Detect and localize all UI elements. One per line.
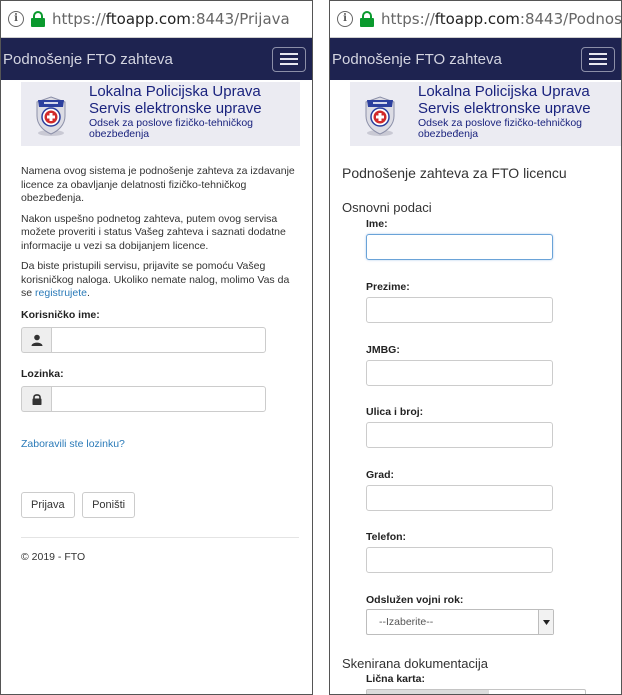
user-icon (21, 326, 51, 353)
street-input[interactable] (366, 422, 553, 448)
file-choose-button[interactable] (367, 690, 489, 694)
footer-text: © 2019 - FTO (21, 550, 86, 563)
id-card-file-input[interactable] (366, 689, 586, 694)
login-screen: i https://ftoapp.com:8443/Prijava Podnoš… (0, 0, 313, 695)
forgot-password-link[interactable]: Zaboravili ste lozinku? (21, 438, 125, 450)
login-button[interactable]: Prijava (21, 491, 75, 518)
phone-input[interactable] (366, 547, 553, 573)
register-link[interactable]: registrujete (35, 287, 87, 299)
first-name-label: Ime: (366, 218, 388, 230)
section-scanned-docs: Skenirana dokumentacija (342, 656, 488, 671)
url-scheme: https:// (52, 10, 106, 28)
url-host: ftoapp.com (105, 10, 191, 28)
city-label: Grad: (366, 469, 395, 481)
header-line3: Odsek za poslove fizičko-tehničkog obezb… (418, 117, 582, 140)
military-service-select[interactable]: --Izaberite-- (366, 609, 554, 635)
navbar: Podnošenje FTO zahteva (1, 38, 312, 80)
jmbg-input[interactable] (366, 360, 553, 386)
agency-header: Lokalna Policijska Uprava Servis elektro… (350, 82, 621, 146)
navbar-brand[interactable]: Podnošenje FTO zahteva (3, 51, 173, 68)
header-line2: Servis elektronske uprave (89, 100, 262, 117)
agency-header: Lokalna Policijska Uprava Servis elektro… (21, 82, 300, 146)
username-label: Korisničko ime: (21, 308, 100, 321)
header-line1: Lokalna Policijska Uprava (89, 83, 261, 100)
police-emblem-icon (36, 96, 66, 136)
application-form-screen: i https://ftoapp.com:8443/Podnosenj Podn… (329, 0, 622, 695)
url-scheme: https:// (381, 10, 435, 28)
address-bar[interactable]: i https://ftoapp.com:8443/Podnosenj (330, 1, 621, 38)
menu-toggle-button[interactable] (581, 46, 615, 72)
first-name-input[interactable] (366, 234, 553, 260)
access-text: Da biste pristupili servisu, prijavite s… (21, 260, 299, 301)
reset-button[interactable]: Poništi (82, 491, 136, 518)
access-period: . (86, 287, 90, 299)
address-bar[interactable]: i https://ftoapp.com:8443/Prijava (1, 1, 312, 38)
navbar: Podnošenje FTO zahteva (330, 38, 621, 80)
info-icon[interactable]: i (337, 11, 353, 27)
password-input[interactable] (51, 385, 266, 412)
agency-titles: Lokalna Policijska Uprava Servis elektro… (418, 83, 621, 140)
password-group (21, 385, 266, 412)
id-card-label: Lična karta: (366, 673, 425, 685)
military-service-label: Odslužen vojni rok: (366, 594, 464, 606)
url-path: :8443/Podnosenj (519, 10, 622, 28)
username-group (21, 326, 266, 353)
section-basic-data: Osnovni podaci (342, 200, 432, 215)
header-line1: Lokalna Policijska Uprava (418, 83, 590, 100)
lock-icon[interactable] (31, 11, 45, 27)
page-title: Podnošenje zahteva za FTO licencu (342, 165, 567, 181)
last-name-input[interactable] (366, 297, 553, 323)
password-label: Lozinka: (21, 367, 64, 380)
intro-text: Namena ovog sistema je podnošenje zahtev… (21, 165, 295, 204)
header-line2: Servis elektronske uprave (418, 100, 591, 117)
street-label: Ulica i broj: (366, 406, 424, 418)
jmbg-label: JMBG: (366, 344, 400, 356)
lock-field-icon (21, 385, 51, 412)
last-name-label: Prezime: (366, 281, 410, 293)
dropdown-arrow-icon[interactable] (538, 610, 553, 634)
url-host: ftoapp.com (434, 10, 520, 28)
military-service-value: --Izaberite-- (379, 616, 434, 628)
agency-titles: Lokalna Policijska Uprava Servis elektro… (89, 83, 300, 140)
lock-icon[interactable] (360, 11, 374, 27)
phone-label: Telefon: (366, 531, 407, 543)
info-text: Nakon uspešno podnetog zahteva, putem ov… (21, 212, 286, 252)
navbar-brand[interactable]: Podnošenje FTO zahteva (332, 51, 502, 68)
username-input[interactable] (51, 326, 266, 353)
police-emblem-icon (365, 96, 395, 136)
url-path: :8443/Prijava (190, 10, 290, 28)
city-input[interactable] (366, 485, 553, 511)
menu-toggle-button[interactable] (272, 46, 306, 72)
info-icon[interactable]: i (8, 11, 24, 27)
header-line3: Odsek za poslove fizičko-tehničkog obezb… (89, 117, 253, 140)
divider (21, 536, 299, 538)
